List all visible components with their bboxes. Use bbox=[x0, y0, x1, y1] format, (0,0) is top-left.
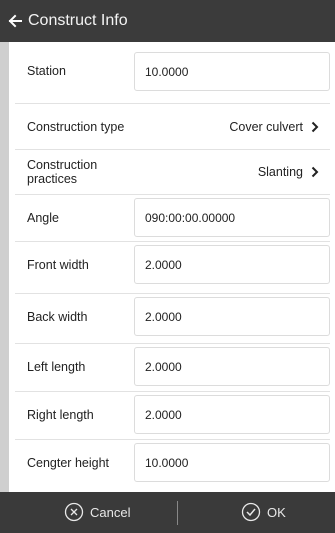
construction-type-row[interactable]: Construction type Cover culvert bbox=[9, 104, 331, 149]
cancel-circle-icon bbox=[64, 502, 84, 522]
left-length-label: Left length bbox=[27, 360, 86, 374]
construction-practices-label: Construction practices bbox=[27, 158, 98, 186]
construction-type-value: Cover culvert bbox=[229, 120, 303, 134]
construction-practices-row[interactable]: Construction practices Slanting bbox=[9, 150, 331, 194]
back-width-input[interactable]: 2.0000 bbox=[134, 297, 330, 336]
center-height-label: Cengter height bbox=[27, 456, 110, 470]
angle-row: Angle 090:00:00.00000 bbox=[9, 195, 331, 240]
cancel-label: Cancel bbox=[90, 504, 131, 520]
station-row: Station 10.0000 bbox=[9, 50, 331, 92]
back-arrow-icon[interactable] bbox=[2, 0, 28, 42]
form-card: Station 10.0000 Construction type Cover … bbox=[9, 42, 335, 492]
station-input[interactable]: 10.0000 bbox=[134, 52, 330, 91]
angle-label: Angle bbox=[27, 211, 59, 225]
construction-type-label: Construction type bbox=[27, 120, 125, 134]
center-height-row: Cengter height 10.0000 bbox=[9, 440, 331, 485]
app-header: Construct Info bbox=[0, 0, 335, 42]
page-title: Construct Info bbox=[28, 12, 128, 29]
footer-divider bbox=[177, 501, 178, 525]
front-width-row: Front width 2.0000 bbox=[9, 242, 331, 287]
center-height-input[interactable]: 10.0000 bbox=[134, 443, 330, 482]
right-length-label: Right length bbox=[27, 408, 94, 422]
front-width-input[interactable]: 2.0000 bbox=[134, 245, 330, 284]
back-width-row: Back width 2.0000 bbox=[9, 294, 331, 339]
right-length-input[interactable]: 2.0000 bbox=[134, 395, 330, 434]
station-label: Station bbox=[27, 64, 66, 78]
left-length-input[interactable]: 2.0000 bbox=[134, 347, 330, 386]
front-width-label: Front width bbox=[27, 258, 89, 272]
left-length-row: Left length 2.0000 bbox=[9, 344, 331, 389]
footer-bar: Cancel OK bbox=[0, 492, 335, 533]
chevron-right-icon bbox=[309, 120, 321, 134]
right-length-row: Right length 2.0000 bbox=[9, 392, 331, 437]
angle-input[interactable]: 090:00:00.00000 bbox=[134, 198, 330, 237]
check-circle-icon bbox=[241, 502, 261, 522]
ok-label: OK bbox=[267, 504, 286, 520]
chevron-right-icon bbox=[309, 165, 321, 179]
construction-practices-value: Slanting bbox=[257, 165, 303, 179]
back-width-label: Back width bbox=[27, 310, 88, 324]
cancel-button[interactable]: Cancel bbox=[64, 502, 130, 522]
ok-button[interactable]: OK bbox=[241, 502, 286, 522]
